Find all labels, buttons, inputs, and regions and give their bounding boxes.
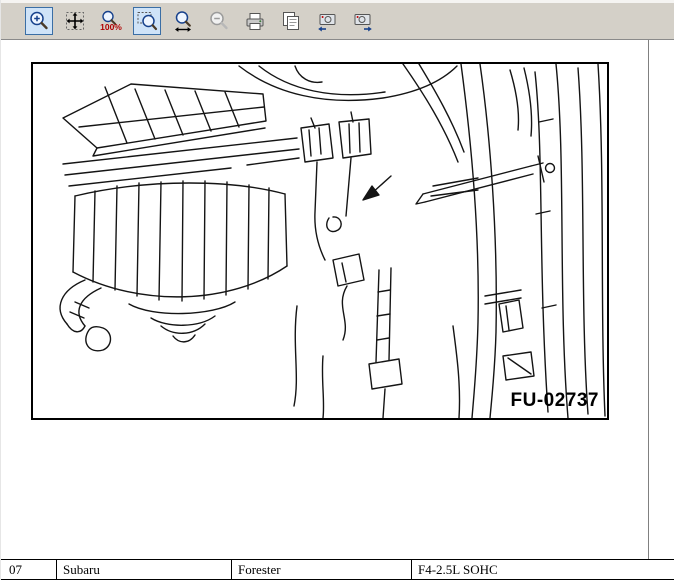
- zoom-in-icon: [27, 9, 51, 33]
- zoom-area-icon: [135, 9, 159, 33]
- image-viewport[interactable]: FU-02737: [1, 40, 649, 560]
- next-image-button[interactable]: [349, 7, 377, 35]
- figure-frame[interactable]: FU-02737: [31, 62, 609, 420]
- zoom-out-button[interactable]: [205, 7, 233, 35]
- print-icon: [243, 9, 267, 33]
- previous-image-button[interactable]: [313, 7, 341, 35]
- pan-button[interactable]: [61, 7, 89, 35]
- copy-button[interactable]: [277, 7, 305, 35]
- zoom-width-icon: [171, 9, 195, 33]
- copy-icon: [279, 9, 303, 33]
- zoom-area-button[interactable]: [133, 7, 161, 35]
- engine-line-art: [33, 64, 607, 418]
- toolbar: 100%: [1, 0, 674, 40]
- status-engine: F4-2.5L SOHC: [411, 560, 674, 579]
- pan-icon: [63, 9, 87, 33]
- figure-reference-label: FU-02737: [511, 390, 600, 412]
- print-button[interactable]: [241, 7, 269, 35]
- zoom-100-button[interactable]: 100%: [97, 7, 125, 35]
- next-image-icon: [351, 9, 375, 33]
- zoom-in-button[interactable]: [25, 7, 53, 35]
- vehicle-status-bar: 07 Subaru Forester F4-2.5L SOHC: [1, 559, 674, 580]
- zoom-100-icon: 100%: [99, 9, 123, 33]
- status-year: 07: [1, 560, 56, 579]
- zoom-fit-width-button[interactable]: [169, 7, 197, 35]
- zoom-out-icon: [207, 9, 231, 33]
- zoom-100-label: 100%: [100, 22, 122, 32]
- prev-image-icon: [315, 9, 339, 33]
- status-model: Forester: [231, 560, 411, 579]
- image-viewer-window: 100%: [0, 0, 674, 580]
- right-gutter: [650, 40, 674, 560]
- status-make: Subaru: [56, 560, 231, 579]
